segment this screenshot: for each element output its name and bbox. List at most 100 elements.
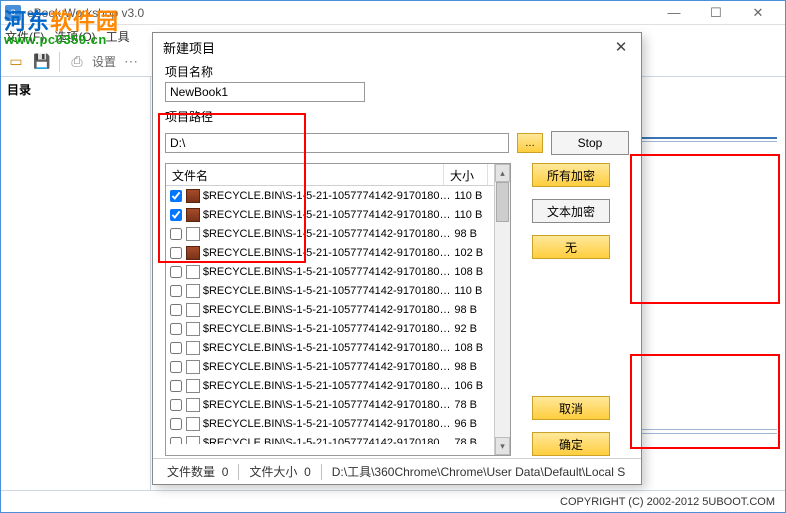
file-checkbox[interactable] [170, 190, 182, 202]
dialog-title: 新建项目 [163, 38, 611, 57]
file-row[interactable]: $RECYCLE.BIN\S-1-5-21-1057774142-9170180… [166, 433, 494, 444]
sidebar: 目录 [1, 77, 151, 490]
file-icon [186, 284, 200, 298]
copyright: COPYRIGHT (C) 2002-2012 5UBOOT.COM [560, 496, 775, 508]
file-icon [186, 360, 200, 374]
file-size: 98 B [452, 361, 494, 373]
print-icon[interactable]: ⎙ [66, 51, 88, 73]
more-icon[interactable]: ⋯ [120, 51, 142, 73]
file-size: 102 B [452, 247, 494, 259]
file-row[interactable]: $RECYCLE.BIN\S-1-5-21-1057774142-9170180… [166, 224, 494, 243]
file-listview[interactable]: 文件名 大小 $RECYCLE.BIN\S-1-5-21-1057774142-… [166, 164, 494, 444]
file-row[interactable]: $RECYCLE.BIN\S-1-5-21-1057774142-9170180… [166, 319, 494, 338]
file-size: 108 B [452, 342, 494, 354]
file-name: $RECYCLE.BIN\S-1-5-21-1057774142-9170180… [203, 209, 453, 221]
file-name: $RECYCLE.BIN\S-1-5-21-1057774142-9170180… [203, 266, 453, 278]
file-name: $RECYCLE.BIN\S-1-5-21-1057774142-9170180… [203, 323, 453, 335]
none-button[interactable]: 无 [532, 235, 610, 259]
file-row[interactable]: $RECYCLE.BIN\S-1-5-21-1057774142-9170180… [166, 262, 494, 281]
file-name: $RECYCLE.BIN\S-1-5-21-1057774142-9170180… [203, 418, 453, 430]
file-size: 108 B [452, 266, 494, 278]
file-size: 98 B [452, 228, 494, 240]
catalog-label: 目录 [7, 81, 144, 98]
file-row[interactable]: $RECYCLE.BIN\S-1-5-21-1057774142-9170180… [166, 205, 494, 224]
separator [59, 52, 60, 72]
file-icon [186, 265, 200, 279]
file-row[interactable]: $RECYCLE.BIN\S-1-5-21-1057774142-9170180… [166, 300, 494, 319]
file-size: 110 B [452, 190, 494, 202]
status-path: D:\工具\360Chrome\Chrome\User Data\Default… [326, 463, 631, 480]
project-path-label: 项目路径 [165, 108, 629, 125]
encrypt-all-button[interactable]: 所有加密 [532, 163, 610, 187]
encrypt-text-button[interactable]: 文本加密 [532, 199, 610, 223]
vertical-scrollbar[interactable] [494, 164, 510, 455]
new-icon[interactable]: ▭ [5, 51, 27, 73]
file-checkbox[interactable] [170, 323, 182, 335]
file-row[interactable]: $RECYCLE.BIN\S-1-5-21-1057774142-9170180… [166, 186, 494, 205]
file-count-label: 文件数量 [167, 465, 215, 479]
file-icon [186, 436, 200, 445]
file-name: $RECYCLE.BIN\S-1-5-21-1057774142-9170180… [203, 437, 453, 445]
ok-button[interactable]: 确定 [532, 432, 610, 456]
file-count: 0 [222, 465, 229, 479]
file-checkbox[interactable] [170, 361, 182, 373]
browse-button[interactable]: … [517, 133, 543, 153]
file-size: 110 B [452, 285, 494, 297]
file-icon [186, 398, 200, 412]
dialog-close-button[interactable]: ✕ [611, 37, 631, 57]
file-checkbox[interactable] [170, 437, 182, 445]
file-icon [186, 322, 200, 336]
new-project-dialog: 新建项目 ✕ 项目名称 项目路径 … Stop 文件名 大小 $RECYCLE.… [152, 32, 642, 485]
file-icon [186, 417, 200, 431]
file-checkbox[interactable] [170, 266, 182, 278]
file-row[interactable]: $RECYCLE.BIN\S-1-5-21-1057774142-9170180… [166, 395, 494, 414]
file-size: 92 B [452, 323, 494, 335]
file-icon [186, 227, 200, 241]
file-row[interactable]: $RECYCLE.BIN\S-1-5-21-1057774142-9170180… [166, 338, 494, 357]
file-row[interactable]: $RECYCLE.BIN\S-1-5-21-1057774142-9170180… [166, 281, 494, 300]
app-icon: e [5, 5, 21, 21]
file-checkbox[interactable] [170, 285, 182, 297]
menu-options[interactable]: 选项(O) [54, 28, 95, 45]
settings-label[interactable]: 设置 [92, 53, 116, 70]
file-checkbox[interactable] [170, 399, 182, 411]
file-row[interactable]: $RECYCLE.BIN\S-1-5-21-1057774142-9170180… [166, 376, 494, 395]
close-button[interactable]: ✕ [743, 3, 773, 23]
project-name-input[interactable] [165, 82, 365, 102]
file-checkbox[interactable] [170, 209, 182, 221]
file-icon [186, 341, 200, 355]
file-checkbox[interactable] [170, 418, 182, 430]
file-name: $RECYCLE.BIN\S-1-5-21-1057774142-9170180… [203, 228, 453, 240]
menu-tools[interactable]: 工具 [106, 28, 130, 45]
window-title: eBook Workshop v3.0 [27, 6, 659, 20]
maximize-button[interactable]: ☐ [701, 3, 731, 23]
archive-icon [186, 246, 200, 260]
file-size: 78 B [452, 437, 494, 445]
file-checkbox[interactable] [170, 228, 182, 240]
file-name: $RECYCLE.BIN\S-1-5-21-1057774142-9170180… [203, 399, 453, 411]
file-checkbox[interactable] [170, 247, 182, 259]
save-icon[interactable]: 💾 [31, 51, 53, 73]
col-filename[interactable]: 文件名 [166, 164, 444, 185]
stop-button[interactable]: Stop [551, 131, 629, 155]
archive-icon [186, 189, 200, 203]
file-row[interactable]: $RECYCLE.BIN\S-1-5-21-1057774142-9170180… [166, 414, 494, 433]
file-name: $RECYCLE.BIN\S-1-5-21-1057774142-9170180… [203, 247, 453, 259]
file-name: $RECYCLE.BIN\S-1-5-21-1057774142-9170180… [203, 342, 453, 354]
cancel-button[interactable]: 取消 [532, 396, 610, 420]
file-size: 106 B [452, 380, 494, 392]
file-checkbox[interactable] [170, 342, 182, 354]
file-row[interactable]: $RECYCLE.BIN\S-1-5-21-1057774142-9170180… [166, 243, 494, 262]
listview-header: 文件名 大小 [166, 164, 494, 186]
project-path-input[interactable] [165, 133, 509, 153]
menu-file[interactable]: 文件(F) [5, 28, 44, 45]
file-size: 96 B [452, 418, 494, 430]
titlebar: e eBook Workshop v3.0 — ☐ ✕ [1, 1, 785, 25]
minimize-button[interactable]: — [659, 3, 689, 23]
file-size-label: 文件大小 [249, 465, 297, 479]
file-checkbox[interactable] [170, 304, 182, 316]
file-row[interactable]: $RECYCLE.BIN\S-1-5-21-1057774142-9170180… [166, 357, 494, 376]
col-filesize[interactable]: 大小 [444, 164, 488, 185]
file-checkbox[interactable] [170, 380, 182, 392]
file-name: $RECYCLE.BIN\S-1-5-21-1057774142-9170180… [203, 361, 453, 373]
